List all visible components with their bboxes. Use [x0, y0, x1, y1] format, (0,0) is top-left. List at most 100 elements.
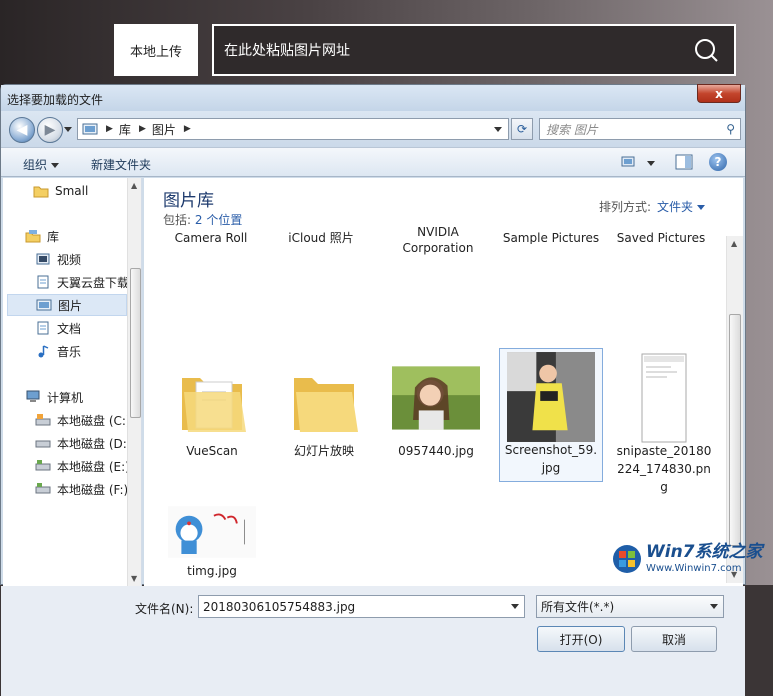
open-button[interactable]: 打开(O): [537, 626, 625, 652]
library-icon: [25, 230, 41, 243]
chevron-down-icon[interactable]: [697, 205, 705, 210]
address-bar-row: ◀ ▶ ▶ 库 ▶ 图片 ▶ ⟳ 搜索 图片 ⚲: [1, 111, 745, 147]
dialog-title: 选择要加载的文件: [7, 93, 104, 107]
cancel-button[interactable]: 取消: [631, 626, 717, 652]
file-type-select[interactable]: 所有文件(*.*): [536, 595, 724, 618]
nav-scroll-thumb[interactable]: [130, 268, 141, 418]
drive-icon: [35, 414, 51, 426]
sort-arrangement: 排列方式: 文件夹: [599, 198, 705, 215]
nav-item-label: 本地磁盘 (D:): [57, 436, 132, 451]
file-name: 幻灯片放映: [293, 444, 354, 458]
nav-scrollbar[interactable]: ▲ ▼: [127, 178, 141, 586]
watermark: Win7系统之家 Www.Winwin7.com: [606, 532, 773, 585]
nav-item-documents[interactable]: 文档: [35, 317, 141, 339]
breadcrumb-separator-icon[interactable]: ▶: [139, 124, 146, 134]
folder-label[interactable]: Saved Pictures: [606, 230, 716, 244]
folder-label[interactable]: iCloud 照片: [266, 230, 376, 244]
filename-value[interactable]: 20180306105754883.jpg: [203, 600, 355, 614]
forward-button[interactable]: ▶: [37, 117, 63, 143]
chevron-down-icon: [51, 163, 60, 168]
organize-menu[interactable]: 组织: [23, 156, 60, 173]
back-button[interactable]: ◀: [9, 117, 35, 143]
drive-icon: [35, 460, 51, 471]
file-list-scroll-thumb[interactable]: [729, 314, 741, 546]
nav-item-libraries[interactable]: 库: [25, 225, 141, 247]
nav-item-label: 视频: [57, 252, 82, 267]
new-folder-button[interactable]: 新建文件夹: [91, 156, 151, 173]
nav-item-videos[interactable]: 视频: [35, 248, 141, 270]
document-icon: [37, 275, 49, 289]
nav-item-label: 本地磁盘 (C:): [57, 413, 131, 428]
file-list-scrollbar[interactable]: ▲ ▼: [726, 236, 743, 583]
includes-locations-link[interactable]: 2 个位置: [195, 213, 242, 227]
file-item[interactable]: 幻灯片放映: [272, 350, 376, 460]
folder-icon: [168, 354, 256, 442]
search-input[interactable]: 搜索 图片 ⚲: [539, 118, 741, 140]
file-item-selected[interactable]: Screenshot_59.jpg: [499, 348, 603, 482]
file-item[interactable]: timg.jpg: [160, 498, 264, 580]
dialog-footer: 文件名(N): 20180306105754883.jpg 所有文件(*.*) …: [1, 586, 745, 696]
image-url-placeholder: 在此处粘贴图片网址: [224, 43, 350, 59]
library-includes: 包括: 2 个位置: [163, 211, 242, 228]
view-dropdown[interactable]: [643, 156, 655, 170]
navigation-pane: Small 库 视频 天翼云盘下载 图片 文档 音乐 计算机 本地磁盘 (C:)…: [3, 178, 142, 586]
video-library-icon: [36, 253, 50, 265]
file-item[interactable]: snipaste_20180224_174830.png: [612, 350, 716, 496]
address-dropdown-icon[interactable]: [494, 127, 502, 132]
folder-icon: [280, 354, 368, 442]
watermark-url: Www.Winwin7.com: [646, 562, 742, 574]
document-library-icon: [37, 321, 49, 335]
search-icon[interactable]: [694, 38, 718, 62]
folder-label[interactable]: NVIDIA Corporation: [383, 224, 493, 264]
filename-combobox[interactable]: 20180306105754883.jpg: [198, 595, 525, 618]
nav-item-label: 本地磁盘 (F:): [57, 482, 129, 497]
nav-item-label: Small: [55, 184, 89, 198]
scroll-up-icon[interactable]: ▲: [131, 181, 137, 190]
history-dropdown-icon[interactable]: [64, 127, 72, 132]
refresh-button[interactable]: ⟳: [511, 118, 533, 140]
scroll-down-icon[interactable]: ▼: [131, 574, 137, 583]
nav-item-tianyi-downloads[interactable]: 天翼云盘下载: [35, 271, 141, 293]
preview-pane-icon[interactable]: [675, 154, 693, 170]
local-upload-tab[interactable]: 本地上传: [114, 24, 198, 76]
picture-library-icon: [36, 299, 52, 311]
watermark-title: Win7系统之家: [646, 541, 763, 562]
picture-library-icon: [82, 123, 98, 135]
drive-icon: [35, 440, 51, 448]
scroll-up-icon[interactable]: ▲: [731, 239, 737, 248]
computer-icon: [26, 390, 40, 402]
search-icon[interactable]: ⚲: [726, 122, 735, 136]
sort-value-link[interactable]: 文件夹: [657, 200, 693, 214]
nav-item-label: 图片: [58, 298, 83, 313]
file-open-dialog: 选择要加载的文件 x ◀ ▶ ▶ 库 ▶ 图片 ▶ ⟳ 搜索 图片 ⚲ 组织 新…: [0, 84, 746, 696]
nav-item-drive-f[interactable]: 本地磁盘 (F:): [35, 478, 141, 500]
folder-label[interactable]: Camera Roll: [156, 230, 266, 244]
image-url-input[interactable]: 在此处粘贴图片网址: [212, 24, 736, 76]
cartoon-thumbnail: [168, 502, 256, 562]
view-options-icon[interactable]: [621, 154, 639, 170]
chevron-down-icon: [647, 161, 655, 166]
address-bar[interactable]: ▶ 库 ▶ 图片 ▶: [77, 118, 509, 140]
folder-label[interactable]: Sample Pictures: [496, 230, 606, 244]
breadcrumb-separator-icon[interactable]: ▶: [184, 124, 191, 134]
file-item[interactable]: 0957440.jpg: [384, 350, 488, 460]
breadcrumb-library[interactable]: 库: [119, 121, 131, 138]
nav-item-small[interactable]: Small: [33, 180, 141, 202]
nav-item-drive-c[interactable]: 本地磁盘 (C:): [35, 409, 141, 431]
nav-item-label: 库: [47, 229, 60, 244]
help-icon[interactable]: ?: [709, 153, 727, 171]
file-name: 0957440.jpg: [398, 444, 474, 458]
nav-item-pictures[interactable]: 图片: [7, 294, 127, 316]
close-button[interactable]: x: [697, 84, 741, 103]
screenshot-thumbnail: [620, 353, 708, 443]
file-item[interactable]: VueScan: [160, 350, 264, 460]
nav-item-music[interactable]: 音乐: [35, 340, 141, 362]
file-type-value: 所有文件(*.*): [541, 600, 615, 614]
nav-item-drive-d[interactable]: 本地磁盘 (D:): [35, 432, 141, 454]
breadcrumb-separator-icon[interactable]: ▶: [106, 124, 113, 134]
chevron-down-icon[interactable]: [511, 604, 519, 609]
filename-label: 文件名(N):: [135, 602, 194, 616]
breadcrumb-pictures[interactable]: 图片: [152, 121, 176, 138]
nav-item-drive-e[interactable]: 本地磁盘 (E:): [35, 455, 141, 477]
nav-item-computer[interactable]: 计算机: [25, 386, 141, 408]
